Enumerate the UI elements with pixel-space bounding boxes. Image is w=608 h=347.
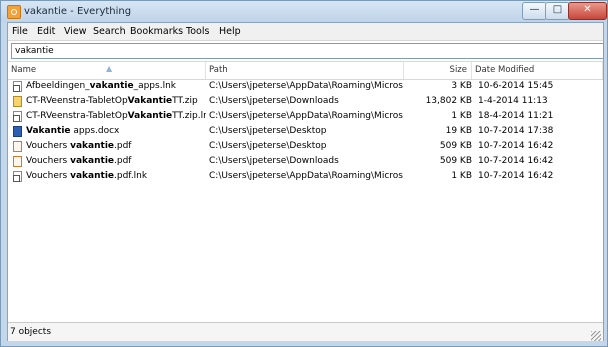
- menu-search[interactable]: Search: [93, 26, 126, 37]
- name-suffix: .pdf: [114, 141, 132, 151]
- name-match: vakantie: [70, 156, 115, 166]
- menu-edit[interactable]: Edit: [37, 26, 55, 37]
- table-row[interactable]: Afbeeldingen_vakantie_apps.lnk C:\Users\…: [8, 79, 603, 94]
- zip-folder-icon: [13, 96, 22, 107]
- file-date: 1-4-2014 11:13: [478, 96, 548, 106]
- shortcut-file-icon: [13, 171, 22, 182]
- shortcut-file-icon: [13, 81, 22, 92]
- column-size-label: Size: [449, 65, 467, 75]
- file-name: CT-RVeenstra-TabletOpVakantieTT.zip.lnk: [11, 109, 206, 124]
- resize-grip-icon[interactable]: [591, 331, 601, 341]
- name-match: Vakantie: [26, 126, 71, 136]
- column-name[interactable]: Name ▲: [8, 62, 206, 79]
- sort-arrow-icon: ▲: [106, 64, 113, 73]
- name-prefix: Vouchers: [26, 171, 71, 181]
- everything-window: vakantie - Everything — □ ✕ File Edit Vi…: [0, 0, 608, 347]
- column-size[interactable]: Size: [404, 62, 472, 79]
- file-name: Vouchers vakantie.pdf: [11, 139, 206, 154]
- menu-bar: File Edit View Search Bookmarks Tools He…: [8, 23, 603, 41]
- results-list: Afbeeldingen_vakantie_apps.lnk C:\Users\…: [8, 79, 603, 184]
- file-date: 10-7-2014 16:42: [478, 156, 554, 166]
- table-row[interactable]: Vakantie apps.docx C:\Users\jpeterse\Des…: [8, 124, 603, 139]
- file-path: C:\Users\jpeterse\AppData\Roaming\Micros…: [209, 81, 404, 91]
- file-size: 13,802 KB: [425, 96, 472, 106]
- menu-tools[interactable]: Tools: [186, 26, 209, 37]
- file-path: C:\Users\jpeterse\Desktop: [209, 141, 327, 151]
- name-match: vakantie: [70, 171, 115, 181]
- name-prefix: Vouchers: [26, 156, 71, 166]
- app-icon: [7, 5, 21, 19]
- name-match: Vakantie: [127, 111, 173, 121]
- name-suffix: apps.docx: [70, 126, 120, 136]
- name-suffix: .pdf.lnk: [114, 171, 148, 181]
- file-size: 19 KB: [445, 126, 472, 136]
- file-path: C:\Users\jpeterse\Desktop: [209, 126, 327, 136]
- search-input[interactable]: vakantie: [11, 43, 604, 59]
- minimize-button[interactable]: —: [522, 2, 547, 20]
- column-path[interactable]: Path: [206, 62, 404, 79]
- table-row[interactable]: Vouchers vakantie.pdf C:\Users\jpeterse\…: [8, 154, 603, 169]
- shortcut-file-icon: [13, 111, 22, 122]
- title-bar[interactable]: vakantie - Everything — □ ✕: [1, 1, 607, 22]
- file-size: 509 KB: [439, 141, 472, 151]
- file-name: Vouchers vakantie.pdf: [11, 154, 206, 169]
- table-row[interactable]: CT-RVeenstra-TabletOpVakantieTT.zip.lnk …: [8, 109, 603, 124]
- file-size: 1 KB: [451, 111, 472, 121]
- name-match: vakantie: [70, 141, 115, 151]
- table-row[interactable]: Vouchers vakantie.pdf C:\Users\jpeterse\…: [8, 139, 603, 154]
- name-prefix: CT-RVeenstra-TabletOp: [26, 96, 128, 106]
- file-date: 10-7-2014 16:42: [478, 141, 554, 151]
- menu-view[interactable]: View: [64, 26, 87, 37]
- file-size: 3 KB: [451, 81, 472, 91]
- column-headers: Name ▲ Path Size Date Modified: [8, 61, 603, 80]
- column-name-label: Name: [11, 65, 37, 75]
- pdf-file-icon: [13, 156, 22, 167]
- file-name: CT-RVeenstra-TabletOpVakantieTT.zip: [11, 94, 206, 109]
- name-suffix: TT.zip: [172, 96, 198, 106]
- file-path: C:\Users\jpeterse\AppData\Roaming\Micros…: [209, 171, 404, 181]
- close-button[interactable]: ✕: [568, 2, 607, 20]
- name-prefix: Afbeeldingen_: [26, 81, 90, 91]
- file-date: 18-4-2014 11:21: [478, 111, 554, 121]
- file-size: 509 KB: [439, 156, 472, 166]
- name-prefix: CT-RVeenstra-TabletOp: [26, 111, 128, 121]
- word-document-icon: [13, 126, 22, 137]
- menu-bookmarks[interactable]: Bookmarks: [130, 26, 183, 37]
- window-bottom-frame: [1, 341, 607, 346]
- name-match: Vakantie: [127, 96, 173, 106]
- client-area: File Edit View Search Bookmarks Tools He…: [7, 22, 604, 343]
- table-row[interactable]: Vouchers vakantie.pdf.lnk C:\Users\jpete…: [8, 169, 603, 184]
- name-suffix: _apps.lnk: [133, 81, 176, 91]
- name-suffix: TT.zip.lnk: [172, 111, 206, 121]
- menu-help[interactable]: Help: [219, 26, 241, 37]
- file-path: C:\Users\jpeterse\AppData\Roaming\Micros…: [209, 111, 404, 121]
- name-match: vakantie: [89, 81, 134, 91]
- name-prefix: Vouchers: [26, 141, 71, 151]
- file-path: C:\Users\jpeterse\Downloads: [209, 96, 339, 106]
- file-size: 1 KB: [451, 171, 472, 181]
- file-name: Vouchers vakantie.pdf.lnk: [11, 169, 206, 184]
- status-object-count: 7 objects: [10, 327, 52, 337]
- file-date: 10-7-2014 16:42: [478, 171, 554, 181]
- file-path: C:\Users\jpeterse\Downloads: [209, 156, 339, 166]
- table-row[interactable]: CT-RVeenstra-TabletOpVakantieTT.zip C:\U…: [8, 94, 603, 109]
- status-bar: 7 objects: [8, 322, 603, 342]
- pdf-file-icon: [13, 141, 22, 152]
- menu-file[interactable]: File: [12, 26, 28, 37]
- file-date: 10-7-2014 17:38: [478, 126, 554, 136]
- column-date-modified[interactable]: Date Modified: [472, 62, 603, 79]
- file-name: Vakantie apps.docx: [11, 124, 206, 139]
- window-title: vakantie - Everything: [24, 6, 132, 17]
- maximize-button[interactable]: □: [545, 2, 570, 20]
- name-suffix: .pdf: [114, 156, 132, 166]
- file-date: 10-6-2014 15:45: [478, 81, 554, 91]
- column-path-label: Path: [209, 65, 228, 75]
- file-name: Afbeeldingen_vakantie_apps.lnk: [11, 79, 206, 94]
- column-date-label: Date Modified: [475, 65, 535, 75]
